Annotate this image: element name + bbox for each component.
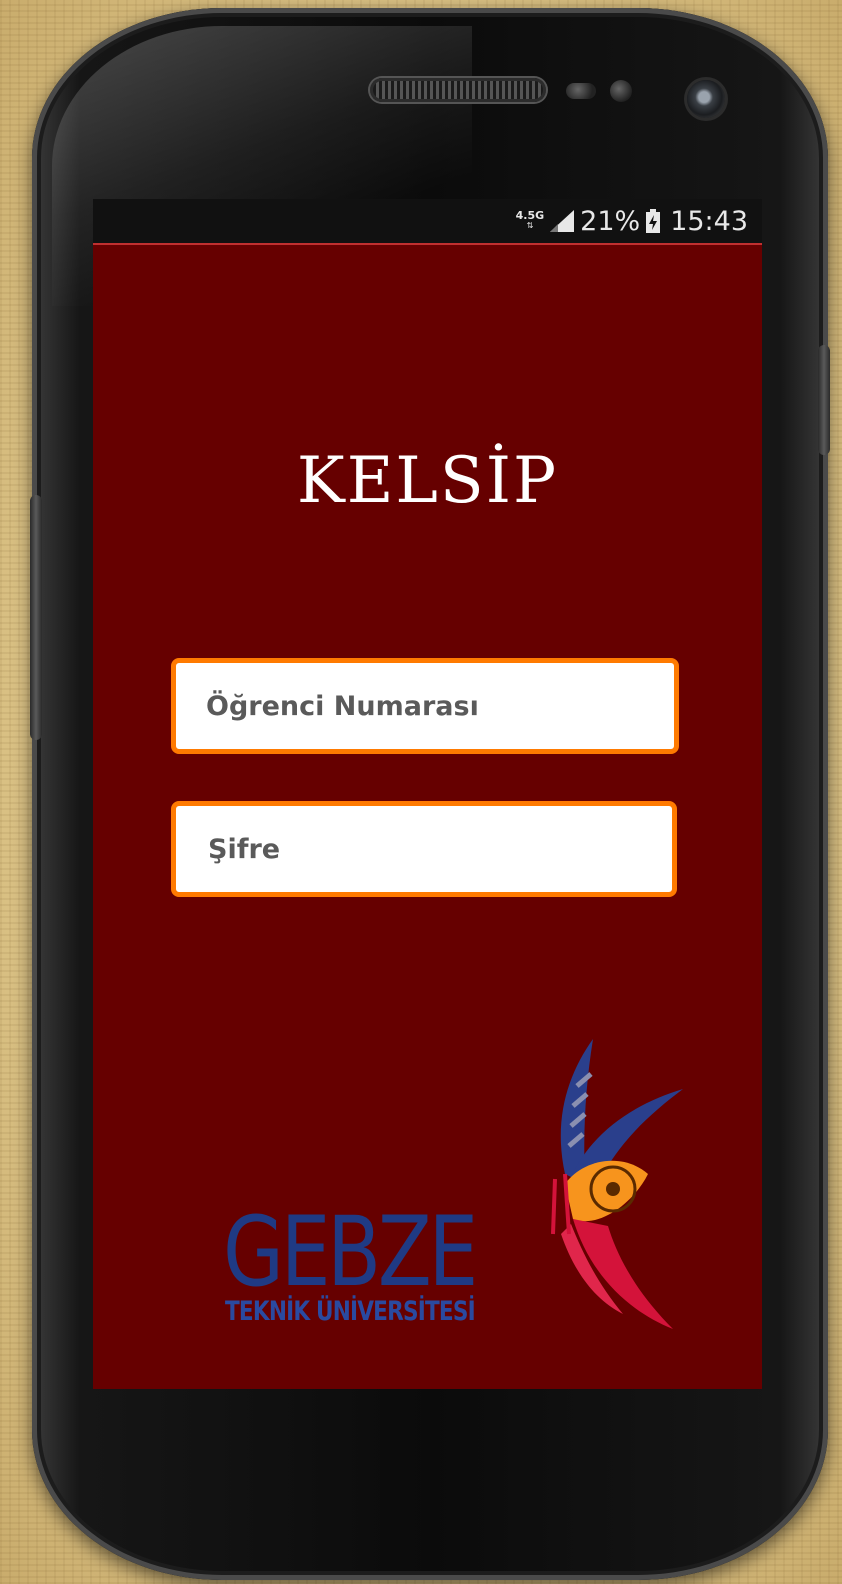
app-screen: 4.5G ⇅ 21% 15:43 KELSİP Öğrenci Numarası… bbox=[93, 199, 762, 1389]
proximity-sensor bbox=[566, 83, 596, 99]
light-sensor bbox=[610, 80, 632, 102]
battery-percent: 21% bbox=[580, 205, 641, 237]
volume-button bbox=[30, 495, 42, 740]
status-indicators: 4.5G ⇅ 21% 15:43 bbox=[516, 203, 748, 239]
data-arrows-icon: ⇅ bbox=[526, 221, 534, 230]
butterfly-logo-icon bbox=[551, 1039, 683, 1329]
earpiece-speaker bbox=[370, 78, 546, 102]
status-bar: 4.5G ⇅ 21% 15:43 bbox=[93, 199, 762, 245]
clock: 15:43 bbox=[670, 205, 748, 237]
signal-icon bbox=[550, 210, 575, 232]
university-logo: GEBZE TEKNİK ÜNİVERSİTESİ bbox=[223, 1034, 693, 1334]
logo-wordmark: GEBZE bbox=[223, 1196, 478, 1308]
password-field[interactable]: Şifre bbox=[171, 801, 677, 897]
logo-subtitle: TEKNİK ÜNİVERSİTESİ bbox=[225, 1296, 476, 1327]
front-camera-icon bbox=[687, 80, 725, 118]
power-button bbox=[818, 345, 830, 455]
battery-charging-icon bbox=[646, 209, 661, 233]
student-number-field[interactable]: Öğrenci Numarası bbox=[171, 658, 679, 754]
app-title: KELSİP bbox=[296, 444, 559, 518]
network-type: 4.5G ⇅ bbox=[516, 210, 545, 231]
